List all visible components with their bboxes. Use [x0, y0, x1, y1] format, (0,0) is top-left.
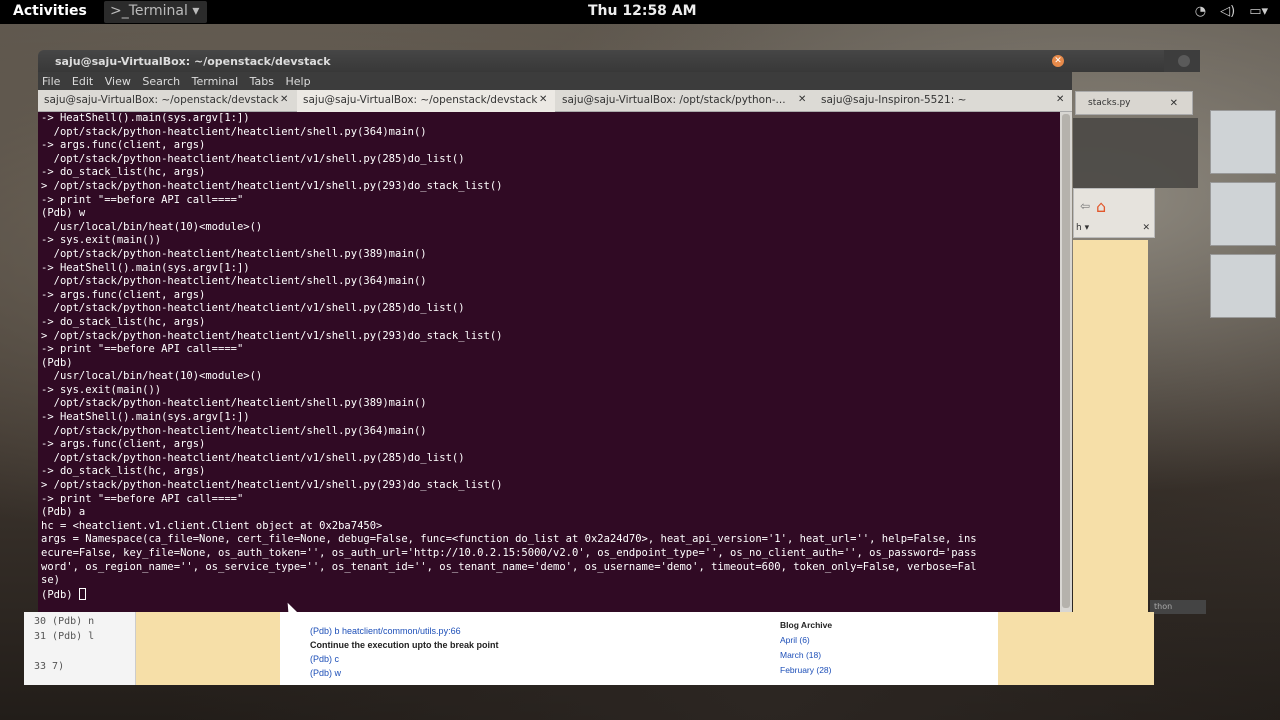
- tab-2[interactable]: saju@saju-VirtualBox: ~/openstack/devsta…: [297, 90, 555, 112]
- terminal-line: -> HeatShell().main(sys.argv[1:]): [41, 411, 250, 424]
- terminal-line: -> print "==before API call====": [41, 492, 244, 505]
- editor-line: 30 (Pdb) n: [34, 616, 95, 627]
- terminal-line: /opt/stack/python-heatclient/heatclient/…: [41, 152, 465, 165]
- workspace-thumbnails[interactable]: [1210, 110, 1276, 318]
- terminal-line: /opt/stack/python-heatclient/heatclient/…: [41, 275, 427, 288]
- close-icon[interactable]: ✕: [539, 94, 547, 105]
- top-bar: Activities >_Terminal ▾ Thu 12:58 AM ◔ ◁…: [0, 0, 1280, 24]
- terminal-line: /opt/stack/python-heatclient/heatclient/…: [41, 424, 427, 437]
- menu-terminal[interactable]: Terminal: [192, 75, 239, 88]
- menu-help[interactable]: Help: [286, 75, 311, 88]
- tab-4[interactable]: saju@saju-Inspiron-5521: ~: [815, 90, 1045, 112]
- tab-3[interactable]: saju@saju-VirtualBox: /opt/stack/python-…: [556, 90, 814, 112]
- terminal-line: (Pdb) w: [41, 207, 86, 220]
- blog-content: (Pdb) b heatclient/common/utils.py:66 Co…: [280, 612, 998, 685]
- blog-archive-title: Blog Archive: [780, 620, 833, 630]
- terminal-prompt[interactable]: (Pdb): [41, 587, 1060, 603]
- editor-gutter: 30 (Pdb) n 31 (Pdb) l 33 7): [24, 612, 136, 685]
- blog-archive: Blog Archive April (6) March (18) Februa…: [780, 618, 832, 678]
- terminal-line: /opt/stack/python-heatclient/heatclient/…: [41, 451, 465, 464]
- close-icon[interactable]: ✕: [280, 94, 288, 105]
- workspace-thumbnail[interactable]: [1210, 182, 1276, 246]
- terminal-line: -> print "==before API call====": [41, 343, 244, 356]
- editor-line: 33 7): [34, 661, 65, 672]
- terminal-line: -> args.func(client, args): [41, 139, 206, 152]
- menu-tabs[interactable]: Tabs: [250, 75, 274, 88]
- terminal-line: -> do_stack_list(hc, args): [41, 166, 206, 179]
- volume-icon[interactable]: ◁): [1220, 4, 1235, 19]
- terminal-line: -> args.func(client, args): [41, 438, 206, 451]
- menu-view[interactable]: View: [105, 75, 131, 88]
- tab-1[interactable]: saju@saju-VirtualBox: ~/openstack/devsta…: [38, 90, 296, 112]
- tab-label: saju@saju-Inspiron-5521: ~: [821, 94, 967, 106]
- webpage-margin: [998, 612, 1154, 685]
- close-icon[interactable]: ✕: [1056, 94, 1064, 105]
- activities-button[interactable]: Activities: [13, 3, 87, 19]
- blog-line: Continue the execution upto the break po…: [310, 640, 499, 650]
- terminal-line: /opt/stack/python-heatclient/heatclient/…: [41, 397, 427, 410]
- terminal-line: > /opt/stack/python-heatclient/heatclien…: [41, 479, 503, 492]
- tab-label: saju@saju-VirtualBox: /opt/stack/python-…: [562, 94, 786, 106]
- wifi-icon[interactable]: ◔: [1195, 4, 1206, 19]
- editor-line: 31 (Pdb) l: [34, 631, 95, 642]
- close-icon[interactable]: [1178, 55, 1190, 67]
- terminal-output[interactable]: -> HeatShell().main(sys.argv[1:]) /opt/s…: [38, 112, 1060, 612]
- close-icon[interactable]: ✕: [798, 94, 806, 105]
- terminal-titlebar[interactable]: saju@saju-VirtualBox: ~/openstack/devsta…: [38, 50, 1200, 72]
- terminal-line: /opt/stack/python-heatclient/heatclient/…: [41, 247, 427, 260]
- terminal-line: /opt/stack/python-heatclient/heatclient/…: [41, 302, 465, 315]
- terminal-line: args = Namespace(ca_file=None, cert_file…: [41, 533, 977, 546]
- system-tray[interactable]: ◔ ◁) ▭▾: [1195, 4, 1268, 19]
- clock[interactable]: Thu 12:58 AM: [588, 3, 697, 19]
- battery-icon[interactable]: ▭▾: [1249, 4, 1268, 19]
- terminal-line: -> sys.exit(main()): [41, 383, 162, 396]
- tab-label: saju@saju-VirtualBox: ~/openstack/devsta…: [44, 94, 279, 106]
- terminal-tab-bar: saju@saju-VirtualBox: ~/openstack/devsta…: [38, 90, 1072, 112]
- terminal-line: -> sys.exit(main()): [41, 234, 162, 247]
- terminal-line: -> do_stack_list(hc, args): [41, 315, 206, 328]
- terminal-line: ecure=False, key_file=None, os_auth_toke…: [41, 547, 977, 559]
- terminal-line: /opt/stack/python-heatclient/heatclient/…: [41, 125, 427, 138]
- terminal-line: -> HeatShell().main(sys.argv[1:]): [41, 112, 250, 124]
- terminal-line: -> args.func(client, args): [41, 288, 206, 301]
- terminal-line: (Pdb) a: [41, 506, 86, 519]
- terminal-line: word', os_region_name='', os_service_typ…: [41, 560, 977, 573]
- archive-link[interactable]: April (6): [780, 633, 832, 648]
- archive-link[interactable]: February (28): [780, 663, 832, 678]
- background-titlebar: [1164, 50, 1200, 72]
- workspace-thumbnail[interactable]: [1210, 110, 1276, 174]
- terminal-menubar: File Edit View Search Terminal Tabs Help: [38, 72, 1072, 90]
- terminal-line: > /opt/stack/python-heatclient/heatclien…: [41, 329, 503, 342]
- terminal-scrollbar[interactable]: [1060, 112, 1072, 612]
- menu-edit[interactable]: Edit: [72, 75, 93, 88]
- close-icon[interactable]: ✕: [1052, 55, 1064, 67]
- text-cursor: [78, 587, 86, 600]
- terminal-line: (Pdb): [41, 356, 73, 369]
- prompt-text: (Pdb): [41, 588, 79, 601]
- menu-search[interactable]: Search: [142, 75, 180, 88]
- terminal-line: se): [41, 574, 60, 587]
- terminal-line: -> HeatShell().main(sys.argv[1:]): [41, 261, 250, 274]
- background-webpage: 30 (Pdb) n 31 (Pdb) l 33 7) (Pdb) b heat…: [24, 612, 1154, 685]
- menu-file[interactable]: File: [42, 75, 60, 88]
- blog-line: (Pdb) w: [310, 668, 342, 678]
- workspace-thumbnail[interactable]: [1210, 254, 1276, 318]
- app-menu-button[interactable]: >_Terminal ▾: [104, 1, 208, 23]
- terminal-window[interactable]: saju@saju-VirtualBox: ~/openstack/devsta…: [38, 50, 1200, 615]
- archive-link[interactable]: March (18): [780, 648, 832, 663]
- blog-line: (Pdb) b heatclient/common/utils.py:66: [310, 626, 461, 636]
- terminal-line: > /opt/stack/python-heatclient/heatclien…: [41, 179, 503, 192]
- blog-line: (Pdb) c: [310, 654, 340, 664]
- window-title: saju@saju-VirtualBox: ~/openstack/devsta…: [55, 55, 331, 68]
- terminal-line: /usr/local/bin/heat(10)<module>(): [41, 370, 263, 383]
- webpage-margin: [136, 612, 280, 685]
- terminal-line: -> do_stack_list(hc, args): [41, 465, 206, 478]
- terminal-line: hc = <heatclient.v1.client.Client object…: [41, 519, 383, 532]
- scrollbar-thumb[interactable]: [1062, 114, 1070, 608]
- terminal-line: /usr/local/bin/heat(10)<module>(): [41, 220, 263, 233]
- tab-label: saju@saju-VirtualBox: ~/openstack/devsta…: [303, 94, 538, 106]
- terminal-line: -> print "==before API call====": [41, 193, 244, 206]
